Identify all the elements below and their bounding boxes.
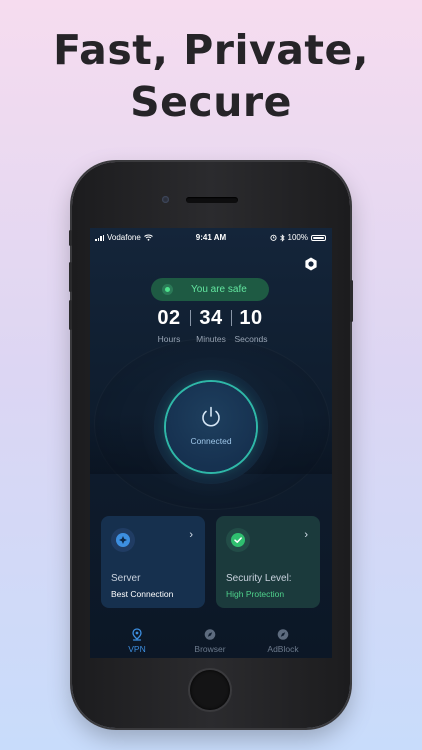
headline-line-1: Fast, Private,: [53, 26, 369, 74]
status-bar: Vodafone 9:41 AM 100%: [90, 228, 332, 246]
tab-browser[interactable]: Browser: [175, 628, 245, 654]
security-card-title: Security Level:: [226, 573, 292, 584]
safe-status-text: You are safe: [191, 284, 247, 295]
headline: Fast, Private, Secure: [0, 24, 422, 128]
server-card-title: Server: [111, 573, 141, 584]
timer-hours-value: 02: [157, 307, 181, 329]
bottom-tab-bar: VPN Browser AdBlock: [90, 622, 332, 658]
timer-divider: [190, 310, 191, 326]
location-pin-icon: [132, 628, 142, 641]
connect-power-button[interactable]: Connected: [166, 382, 256, 472]
server-card-subtitle: Best Connection: [111, 589, 174, 599]
chevron-right-icon: ›: [189, 529, 193, 541]
chevron-right-icon: ›: [304, 529, 308, 541]
power-icon: [202, 406, 220, 427]
timer-minutes-value: 34: [199, 307, 223, 329]
checkmark-icon: [226, 528, 250, 552]
tab-vpn[interactable]: VPN: [102, 628, 172, 654]
alarm-icon: [269, 234, 277, 241]
battery-icon: [311, 234, 326, 241]
app-screen: Vodafone 9:41 AM 100% You are safe 02 Ho…: [90, 228, 332, 658]
front-camera: [162, 196, 169, 203]
connection-status-label: Connected: [190, 436, 232, 446]
volume-up-button: [69, 262, 72, 292]
volume-down-button: [69, 300, 72, 330]
mute-switch: [69, 230, 72, 246]
bluetooth-icon: [279, 233, 285, 242]
home-button[interactable]: [190, 670, 230, 710]
headline-line-2: Secure: [130, 78, 292, 126]
tab-browser-label: Browser: [194, 644, 226, 654]
safe-status-badge: You are safe: [151, 278, 269, 301]
settings-icon[interactable]: [303, 256, 319, 272]
tab-vpn-label: VPN: [128, 644, 146, 654]
server-card[interactable]: › Server Best Connection: [101, 516, 205, 608]
power-side-button: [350, 280, 353, 322]
status-right: 100%: [269, 233, 326, 242]
security-card-subtitle: High Protection: [226, 589, 285, 599]
tab-adblock-label: AdBlock: [267, 644, 299, 654]
tab-adblock[interactable]: AdBlock: [248, 628, 318, 654]
timer-seconds-value: 10: [239, 307, 263, 329]
security-card[interactable]: › Security Level: High Protection: [216, 516, 320, 608]
timer-divider: [231, 310, 232, 326]
battery-percent: 100%: [287, 233, 308, 242]
timer-seconds: 10 Seconds: [233, 306, 269, 344]
compass-icon: [204, 629, 216, 640]
compass-icon: [277, 629, 289, 640]
timer-hours: 02 Hours: [152, 306, 186, 344]
earpiece-speaker: [186, 197, 238, 203]
server-icon: [111, 528, 135, 552]
shield-dot-icon: [162, 284, 173, 295]
